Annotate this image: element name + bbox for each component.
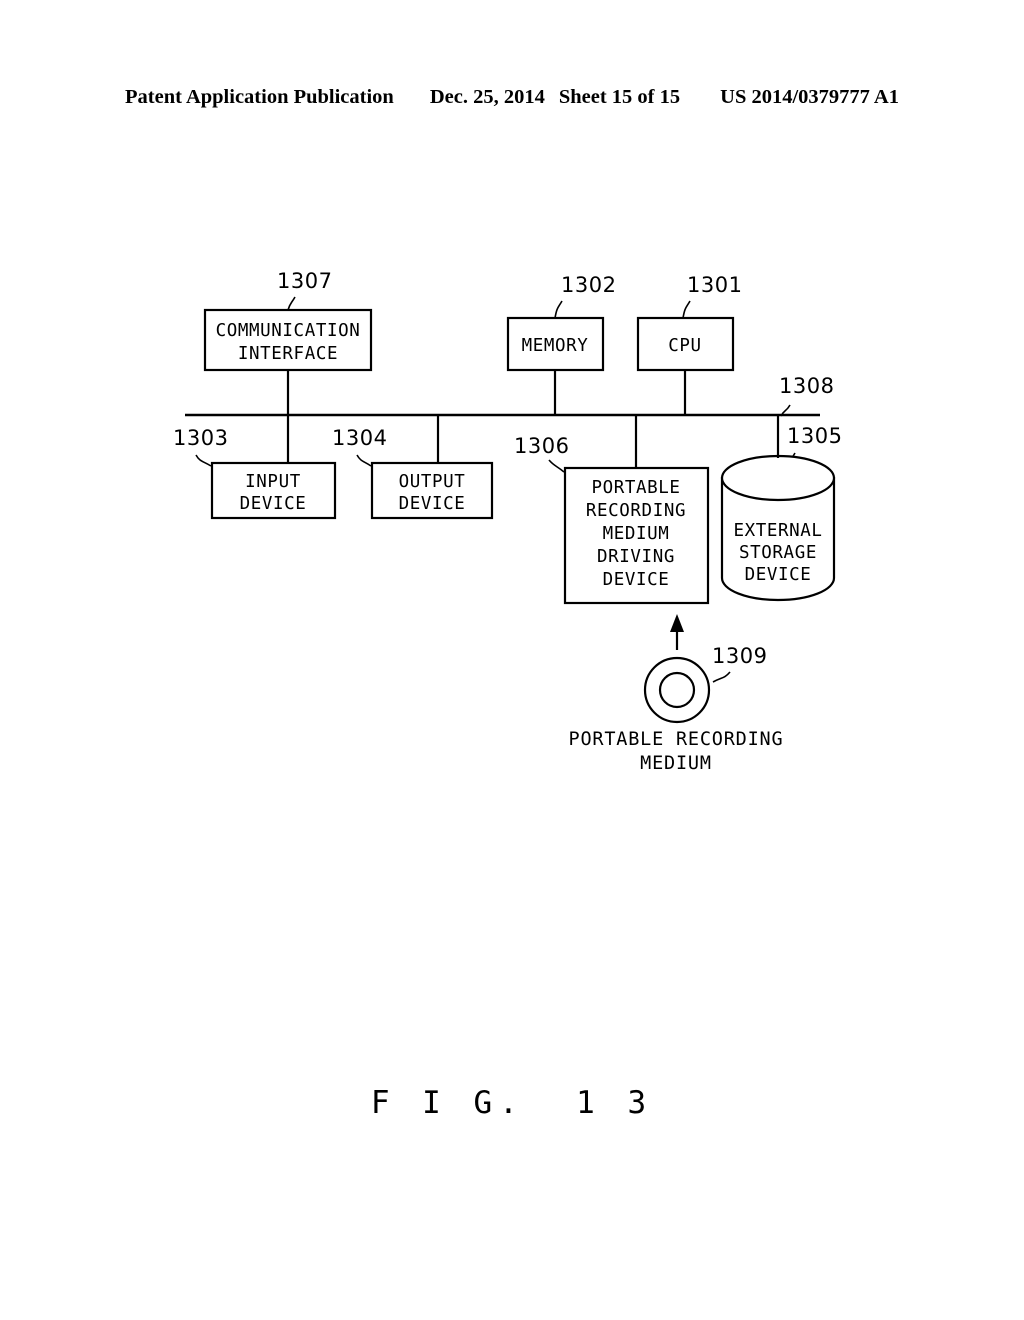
block-label-output-device-line2: DEVICE <box>399 494 466 514</box>
patent-page: Patent Application Publication Dec. 25, … <box>0 0 1024 1320</box>
block-label-external-storage-device-line2: STORAGE <box>739 543 817 563</box>
leader-line-cpu <box>682 300 691 319</box>
ref-num-portable-recording-medium-driving-device: 1306 <box>514 434 569 458</box>
figure-caption: F I G. 1 3 <box>370 1085 654 1121</box>
ref-num-input-device: 1303 <box>173 426 228 450</box>
ref-num-portable-recording-medium: 1309 <box>712 644 767 668</box>
block-label-output-device-line1: OUTPUT <box>399 472 466 492</box>
ref-num-memory: 1302 <box>561 273 616 297</box>
leader-line-portable-recording-medium <box>712 671 731 683</box>
leader-line-memory <box>554 300 563 319</box>
block-label-prmdd-line1: PORTABLE <box>591 478 680 498</box>
block-label-communication-interface-line2: INTERFACE <box>238 344 338 364</box>
leader-line-portable-recording-medium-driving-device <box>548 459 565 473</box>
ref-num-external-storage-device: 1305 <box>787 424 842 448</box>
ref-num-bus: 1308 <box>779 374 834 398</box>
block-label-external-storage-device-line1: EXTERNAL <box>733 521 822 541</box>
block-label-input-device-line2: DEVICE <box>240 494 307 514</box>
ref-num-cpu: 1301 <box>687 273 742 297</box>
block-label-prmdd-line5: DEVICE <box>603 570 670 590</box>
leader-line-output-device <box>356 454 372 467</box>
block-label-prmdd-line3: MEDIUM <box>603 524 670 544</box>
ref-num-output-device: 1304 <box>332 426 387 450</box>
figure-13-diagram: 1308 1307 COMMUNICATION INTERFACE 1302 M… <box>173 269 842 774</box>
block-label-prmdd-line2: RECORDING <box>586 501 686 521</box>
block-label-prmdd-line4: DRIVING <box>597 547 675 567</box>
block-label-input-device-line1: INPUT <box>245 472 301 492</box>
caption-portable-recording-medium-line2: MEDIUM <box>640 753 712 774</box>
block-label-communication-interface-line1: COMMUNICATION <box>216 321 361 341</box>
block-label-cpu: CPU <box>668 336 701 356</box>
leader-line-communication-interface <box>287 296 296 311</box>
block-label-external-storage-device-line3: DEVICE <box>745 565 812 585</box>
portable-recording-medium-disc-icon <box>643 656 711 724</box>
caption-portable-recording-medium-line1: PORTABLE RECORDING <box>569 729 784 750</box>
ref-num-communication-interface: 1307 <box>277 269 332 293</box>
insert-arrow-icon <box>670 614 684 650</box>
block-label-memory: MEMORY <box>522 336 589 356</box>
leader-line-input-device <box>195 454 212 467</box>
